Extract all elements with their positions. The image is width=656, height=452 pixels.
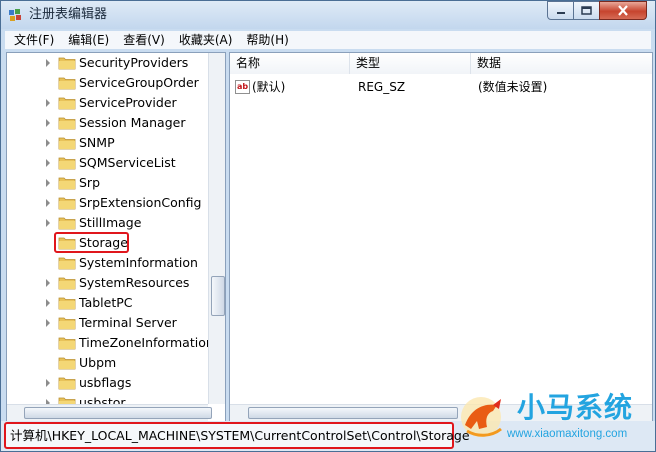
tree-item[interactable]: SystemInformation bbox=[7, 253, 207, 273]
selected-key-highlight bbox=[54, 232, 129, 253]
folder-icon bbox=[58, 257, 76, 270]
tree-item[interactable]: TimeZoneInformation bbox=[7, 333, 214, 353]
list-horizontal-scroll-thumb[interactable] bbox=[248, 407, 458, 419]
close-icon bbox=[618, 5, 628, 16]
tree-item-label: SrpExtensionConfig bbox=[79, 195, 202, 210]
tree-item-label: ServiceProvider bbox=[79, 95, 177, 110]
expand-arrow-icon[interactable] bbox=[46, 279, 50, 287]
tree-item[interactable]: SNMP bbox=[7, 133, 207, 153]
tree-item[interactable]: Session Manager bbox=[7, 113, 207, 133]
tree-item-label: Terminal Server bbox=[79, 315, 177, 330]
watermark-title: 小马系统 bbox=[517, 391, 634, 424]
tree-item[interactable]: Srp bbox=[7, 173, 207, 193]
folder-icon bbox=[58, 197, 76, 210]
tree-item-label: SQMServiceList bbox=[79, 155, 176, 170]
expand-arrow-icon[interactable] bbox=[46, 159, 50, 167]
menu-edit[interactable]: 编辑(E) bbox=[59, 31, 114, 49]
folder-icon bbox=[58, 297, 76, 310]
expand-arrow-icon[interactable] bbox=[46, 199, 50, 207]
folder-icon bbox=[58, 117, 76, 130]
tree-item-label: StillImage bbox=[79, 215, 142, 230]
expand-arrow-icon[interactable] bbox=[46, 179, 50, 187]
key-path: 计算机\HKEY_LOCAL_MACHINE\SYSTEM\CurrentCon… bbox=[10, 428, 470, 443]
tree-item-label: SNMP bbox=[79, 135, 115, 150]
tree-item-label: Srp bbox=[79, 175, 101, 190]
string-value-icon: ab bbox=[235, 80, 250, 94]
tree-vertical-scroll-thumb[interactable] bbox=[211, 276, 225, 316]
maximize-button[interactable] bbox=[573, 1, 600, 20]
registry-app-icon bbox=[9, 9, 21, 21]
tree-item-label: usbflags bbox=[79, 375, 132, 390]
menu-bar: 文件(F) 编辑(E) 查看(V) 收藏夹(A) 帮助(H) bbox=[5, 31, 651, 49]
tree-horizontal-scroll-thumb[interactable] bbox=[24, 407, 212, 419]
maximize-icon bbox=[581, 6, 592, 15]
tree-item[interactable]: Storage bbox=[7, 232, 207, 253]
tree-item[interactable]: ServiceGroupOrder bbox=[7, 73, 207, 93]
minimize-icon bbox=[556, 11, 565, 14]
expand-arrow-icon[interactable] bbox=[46, 379, 50, 387]
values-list-pane[interactable]: 名称 类型 数据 ab (默认) REG_SZ (数值未设置) bbox=[229, 52, 653, 422]
folder-icon bbox=[58, 97, 76, 110]
tree-item[interactable]: SrpExtensionConfig bbox=[7, 193, 207, 213]
column-header-data[interactable]: 数据 bbox=[471, 53, 652, 74]
tree-vertical-scrollbar[interactable] bbox=[208, 53, 225, 404]
folder-icon bbox=[58, 177, 76, 190]
expand-arrow-icon[interactable] bbox=[46, 319, 50, 327]
tree-item-label: SystemResources bbox=[79, 275, 190, 290]
menu-file[interactable]: 文件(F) bbox=[5, 31, 59, 49]
tree-item[interactable]: Terminal Server bbox=[7, 313, 207, 333]
folder-icon bbox=[58, 357, 76, 370]
value-name: (默认) bbox=[252, 80, 286, 94]
tree-item[interactable]: SQMServiceList bbox=[7, 153, 207, 173]
horse-logo-icon bbox=[461, 397, 502, 437]
expand-arrow-icon[interactable] bbox=[46, 99, 50, 107]
tree-item-label: SystemInformation bbox=[79, 255, 198, 270]
column-header-type[interactable]: 类型 bbox=[350, 53, 471, 74]
close-button[interactable] bbox=[599, 1, 647, 20]
key-path-highlight: 计算机\HKEY_LOCAL_MACHINE\SYSTEM\CurrentCon… bbox=[4, 422, 470, 449]
title-bar[interactable]: 注册表编辑器 bbox=[1, 1, 655, 29]
tree-item[interactable]: Ubpm bbox=[7, 353, 207, 373]
watermark-url: www.xiaomaxitong.com bbox=[507, 428, 628, 440]
menu-favorites[interactable]: 收藏夹(A) bbox=[170, 31, 238, 49]
folder-icon bbox=[58, 277, 76, 290]
value-type: REG_SZ bbox=[358, 80, 406, 94]
tree-item[interactable]: SystemResources bbox=[7, 273, 207, 293]
expand-arrow-icon[interactable] bbox=[46, 299, 50, 307]
folder-icon bbox=[58, 377, 76, 390]
folder-icon bbox=[58, 217, 76, 230]
folder-icon bbox=[58, 157, 76, 170]
tree-item-label: TimeZoneInformation bbox=[79, 335, 214, 350]
menu-view[interactable]: 查看(V) bbox=[114, 31, 170, 49]
folder-icon bbox=[58, 57, 76, 70]
folder-icon bbox=[58, 317, 76, 330]
tree-item-label: ServiceGroupOrder bbox=[79, 75, 199, 90]
registry-tree-pane[interactable]: usbstor usbflags Ubpm TimeZoneInformation Te… bbox=[6, 52, 226, 422]
tree-item[interactable]: StillImage bbox=[7, 213, 207, 233]
menu-help[interactable]: 帮助(H) bbox=[237, 31, 293, 49]
tree-item-label: Ubpm bbox=[79, 355, 117, 370]
minimize-button[interactable] bbox=[547, 1, 574, 20]
expand-arrow-icon[interactable] bbox=[46, 139, 50, 147]
folder-icon bbox=[58, 137, 76, 150]
tree-item-label: Session Manager bbox=[79, 115, 186, 130]
window-title: 注册表编辑器 bbox=[29, 7, 108, 22]
tree-item[interactable]: usbflags bbox=[7, 373, 207, 393]
tree-item-label: SecurityProviders bbox=[79, 55, 189, 70]
folder-icon bbox=[58, 337, 76, 350]
column-header-name[interactable]: 名称 bbox=[230, 53, 350, 74]
tree-item-label: TabletPC bbox=[79, 295, 133, 310]
expand-arrow-icon[interactable] bbox=[46, 59, 50, 67]
tree-item[interactable]: SecurityProviders bbox=[7, 53, 207, 73]
tree-item[interactable]: ServiceProvider bbox=[7, 93, 207, 113]
tree-horizontal-scrollbar[interactable] bbox=[7, 404, 212, 421]
expand-arrow-icon[interactable] bbox=[46, 119, 50, 127]
registry-editor-window: 注册表编辑器 文件(F) 编辑(E) 查看(V) 收藏夹(A) 帮助(H) us… bbox=[0, 0, 656, 452]
expand-arrow-icon[interactable] bbox=[46, 219, 50, 227]
folder-icon bbox=[58, 77, 76, 90]
tree-item[interactable]: TabletPC bbox=[7, 293, 207, 313]
value-data: (数值未设置) bbox=[478, 80, 548, 94]
